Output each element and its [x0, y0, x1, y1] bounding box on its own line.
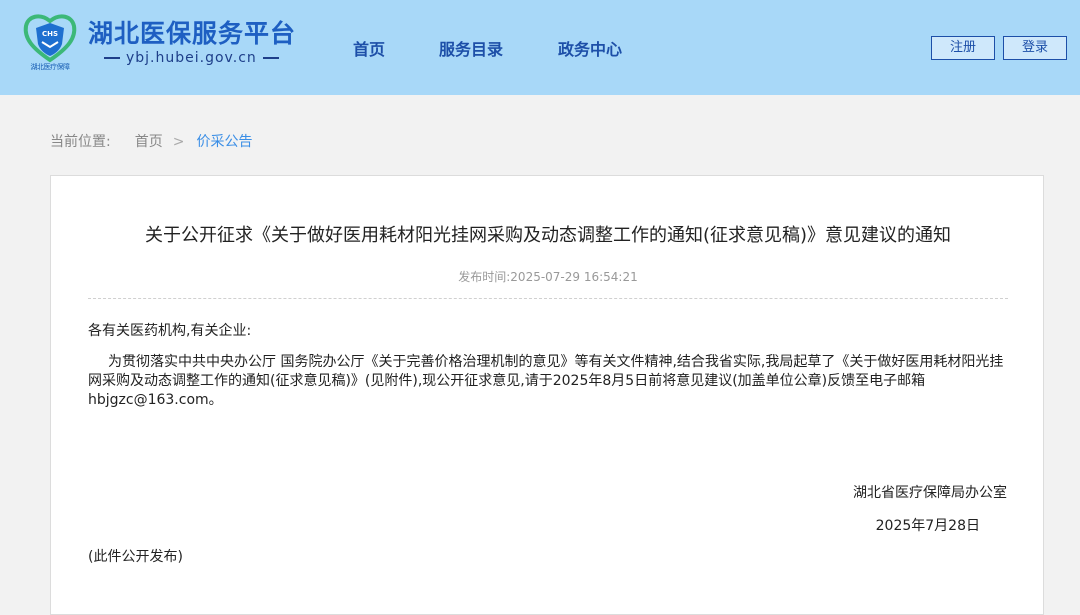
register-button[interactable]: 注册	[931, 36, 995, 60]
nav-government-center[interactable]: 政务中心	[558, 36, 622, 60]
publish-time: 发布时间:2025-07-29 16:54:21	[458, 270, 638, 284]
article-card: 关于公开征求《关于做好医用耗材阳光挂网采购及动态调整工作的通知(征求意见稿)》意…	[50, 175, 1044, 615]
site-url: ybj.hubei.gov.cn	[98, 50, 285, 66]
breadcrumb: 当前位置: 首页 > 价采公告	[50, 131, 252, 151]
signature-date: 2025年7月28日	[875, 518, 980, 534]
nav-home[interactable]: 首页	[353, 36, 385, 60]
logo-subtext: 湖北医疗保障	[30, 63, 71, 71]
breadcrumb-separator-icon: >	[172, 134, 185, 150]
site-logo[interactable]: CHS 湖北医疗保障 湖北医保服务平台 ybj.hubei.gov.cn	[22, 10, 302, 72]
site-url-text: ybj.hubei.gov.cn	[126, 50, 257, 66]
url-dash-left	[104, 57, 120, 59]
breadcrumb-home-link[interactable]: 首页	[135, 131, 163, 151]
article-footnote: (此件公开发布)	[88, 549, 183, 565]
site-header: CHS 湖北医疗保障 湖北医保服务平台 ybj.hubei.gov.cn 首页 …	[0, 0, 1080, 95]
nav-service-catalog[interactable]: 服务目录	[439, 36, 503, 60]
article-salutation: 各有关医药机构,有关企业:	[88, 323, 252, 339]
site-title: 湖北医保服务平台	[88, 19, 297, 48]
article-title: 关于公开征求《关于做好医用耗材阳光挂网采购及动态调整工作的通知(征求意见稿)》意…	[144, 225, 952, 246]
article-paragraph: 为贯彻落实中共中央办公厅 国务院办公厅《关于完善价格治理机制的意见》等有关文件精…	[88, 354, 1004, 408]
signature-org: 湖北省医疗保障局办公室	[853, 485, 1007, 501]
breadcrumb-current-link[interactable]: 价采公告	[196, 131, 252, 151]
logo-emblem-text: CHS	[42, 30, 58, 38]
url-dash-right	[262, 57, 279, 59]
shield-heart-logo-icon: CHS	[23, 14, 77, 63]
login-button[interactable]: 登录	[1003, 36, 1067, 60]
breadcrumb-prefix: 当前位置:	[50, 134, 111, 150]
title-divider	[88, 298, 1008, 299]
